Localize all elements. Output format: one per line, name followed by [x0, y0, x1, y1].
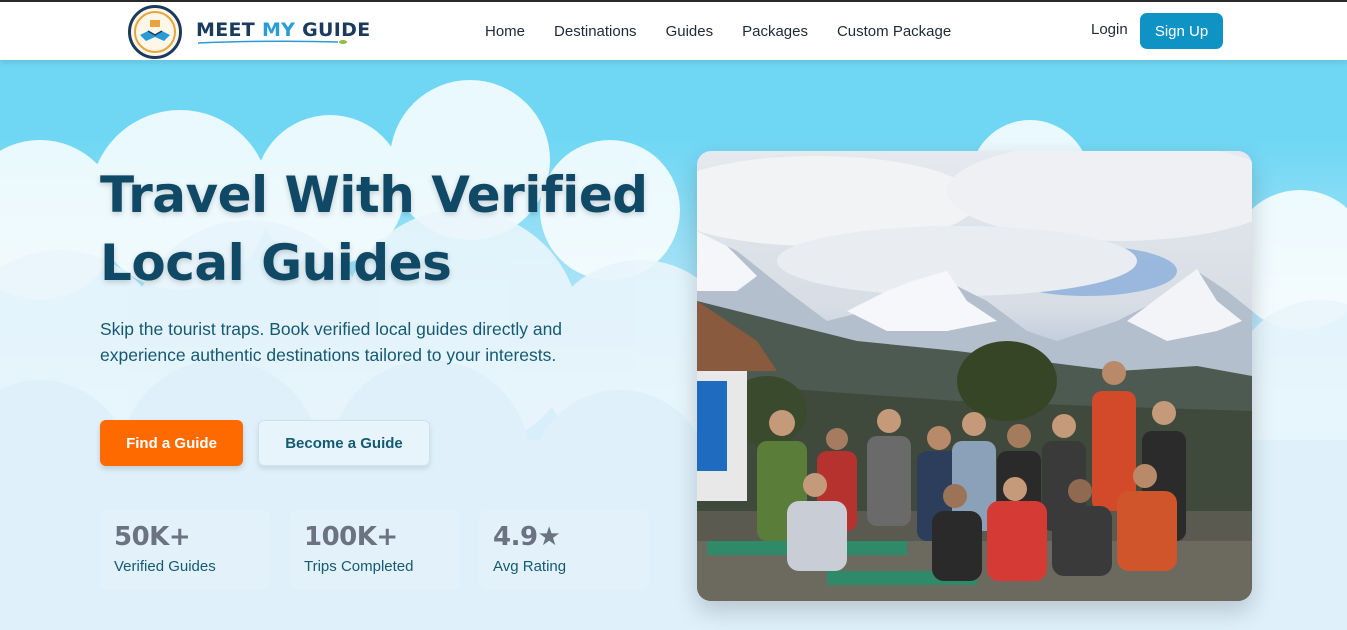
stat-trips-completed: 100K+ Trips Completed — [290, 510, 460, 590]
stat-avg-rating: 4.9★ Avg Rating — [479, 510, 649, 590]
logo-swoosh — [198, 40, 347, 44]
logo-wordmark: MEET MY GUIDE — [196, 19, 371, 41]
find-guide-button[interactable]: Find a Guide — [100, 420, 243, 466]
stat-label: Verified Guides — [114, 558, 216, 575]
hero-headline: Travel With Verified Local Guides — [100, 166, 648, 292]
nav-destinations[interactable]: Destinations — [554, 23, 637, 40]
stat-verified-guides: 50K+ Verified Guides — [100, 510, 270, 590]
become-guide-button[interactable]: Become a Guide — [258, 420, 430, 466]
stat-label: Avg Rating — [493, 558, 567, 575]
nav-custom-package[interactable]: Custom Package — [837, 23, 951, 40]
hero-section: Travel With Verified Local Guides Skip th… — [0, 60, 1347, 630]
nav-home[interactable]: Home — [485, 23, 525, 40]
hero-group-photo — [697, 151, 1252, 601]
nav-guides[interactable]: Guides — [666, 23, 714, 40]
stat-value: 50K+ — [114, 522, 191, 552]
nav-packages[interactable]: Packages — [742, 23, 808, 40]
handshake-logo-icon — [128, 5, 182, 59]
logo[interactable]: MEET MY GUIDE — [128, 5, 370, 59]
signup-button[interactable]: Sign Up — [1140, 13, 1223, 49]
stat-value: 4.9★ — [493, 522, 561, 552]
stat-value: 100K+ — [304, 522, 398, 552]
hero-subtitle: Skip the tourist traps. Book verified lo… — [100, 319, 563, 365]
login-link[interactable]: Login — [1091, 21, 1128, 38]
stat-label: Trips Completed — [304, 558, 414, 575]
site-header: MEET MY GUIDE Home Destinations Guides P… — [0, 2, 1347, 60]
main-nav: Home Destinations Guides Packages Custom… — [485, 2, 951, 60]
